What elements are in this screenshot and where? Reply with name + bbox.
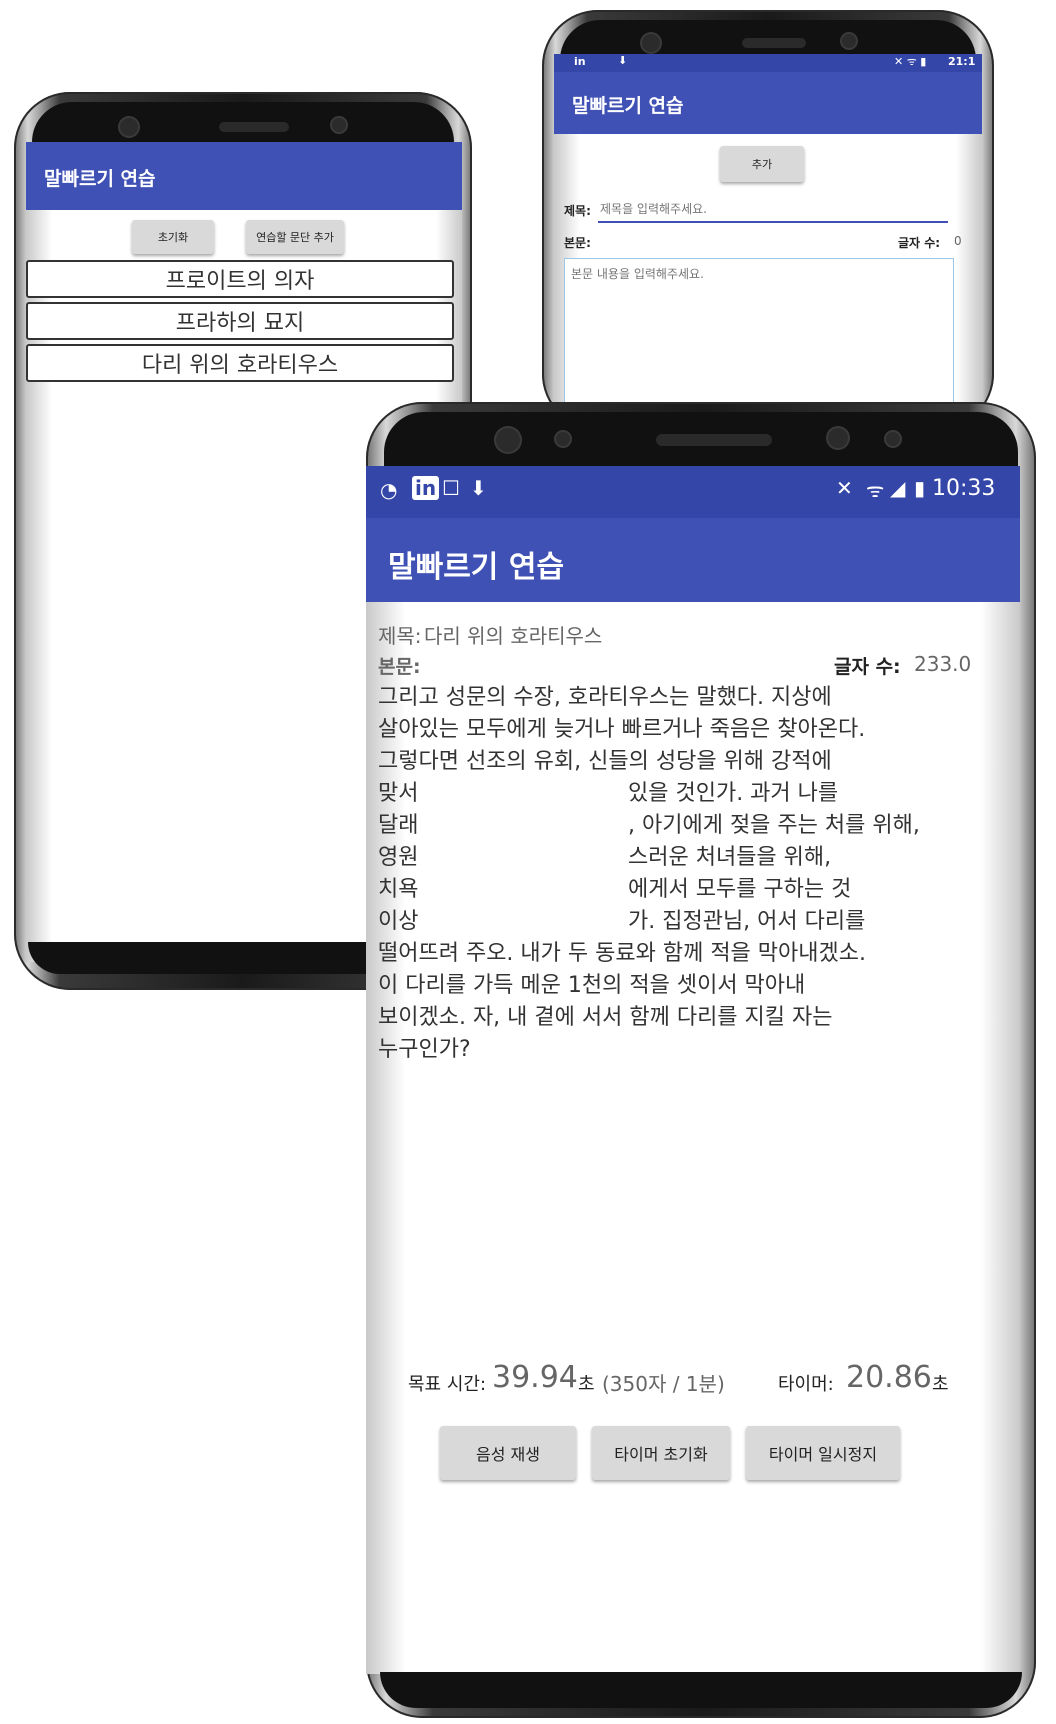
earpiece-speaker [656, 434, 772, 446]
add-screen: in ⬇ ✕ ᯤ ▮ 21:1 말빠르기 연습 추가 제목: 본문: 글자 수:… [554, 54, 982, 430]
body-line: 누구인가? [378, 1037, 471, 1062]
proximity-sensor-icon [332, 118, 346, 132]
char-count-label: 글자 수: [898, 236, 941, 250]
title-label: 제목: [378, 624, 422, 648]
front-camera-icon [642, 34, 660, 52]
phone-practice-screen: ◔ in ☐ ⬇ ✕ ᯤ ◢ ▮ 10:33 말빠르기 연습 제목: 다리 위의… [366, 402, 1036, 1718]
body-line: 그리고 성문의 수장, 호라티우스는 말했다. 지상에 [378, 685, 832, 710]
body-fragment: 스러운 처녀들을 위해, [628, 845, 832, 870]
earpiece-speaker [219, 122, 289, 132]
body-line: 보이겠소. 자, 내 곁에 서서 함께 다리를 지킬 자는 [378, 1005, 833, 1030]
wifi-icon: ᯤ [866, 478, 885, 502]
reset-timer-button[interactable]: 타이머 초기화 [592, 1426, 730, 1480]
title-value: 다리 위의 호라티우스 [424, 624, 603, 648]
status-bar: ◔ in ☐ ⬇ ✕ ᯤ ◢ ▮ 10:33 [366, 466, 1020, 518]
iris-sensor-icon [556, 432, 570, 446]
front-camera-secondary-icon [828, 428, 848, 448]
proximity-sensor-icon [842, 34, 856, 48]
body-line: 이 다리를 가득 메운 1천의 적을 셋이서 막아내 [378, 973, 806, 998]
timer-label: 타이머: [778, 1374, 834, 1395]
add-button[interactable]: 추가 [720, 146, 804, 182]
char-count-label: 글자 수: [834, 656, 901, 678]
linkedin-icon: in [412, 476, 440, 500]
status-time: 21:1 [948, 55, 976, 68]
app-title: 말빠르기 연습 [44, 168, 156, 190]
earpiece-speaker [742, 38, 806, 48]
app-title: 말빠르기 연습 [388, 550, 565, 585]
target-time-label: 목표 시간: [408, 1374, 487, 1395]
status-time: 10:33 [932, 476, 996, 501]
list-item[interactable]: 다리 위의 호라티우스 [26, 344, 454, 382]
timer-value: 20.86 [846, 1360, 932, 1395]
target-time-value: 39.94 [492, 1360, 578, 1395]
target-time-rate: (350자 / 1분) [602, 1372, 725, 1396]
char-count-value: 0 [954, 234, 962, 248]
phone-add-screen: in ⬇ ✕ ᯤ ▮ 21:1 말빠르기 연습 추가 제목: 본문: 글자 수:… [542, 10, 994, 430]
phone-bottom-bezel [380, 1672, 1022, 1708]
title-label: 제목: [564, 204, 591, 218]
front-camera-icon [120, 118, 138, 136]
app-title: 말빠르기 연습 [572, 95, 684, 117]
app-bar: 말빠르기 연습 [366, 518, 1020, 602]
body-line: 떨어뜨려 주오. 내가 두 동료와 함께 적을 막아내겠소. [378, 941, 866, 966]
front-camera-icon [496, 428, 520, 452]
body-fragment: 에게서 모두를 구하는 것 [628, 877, 852, 902]
body-text-fragments: 있을 것인가. 과거 나를 , 아기에게 젖을 주는 처를 위해, 스러운 처녀… [628, 778, 920, 938]
body-line: 살아있는 모두에게 늦거나 빠르거나 죽음은 찾아온다. [378, 717, 866, 742]
timer-unit: 초 [932, 1374, 949, 1395]
redaction-patch [424, 778, 624, 940]
download-icon: ⬇ [618, 54, 628, 67]
chat-icon: ☐ [442, 476, 460, 500]
mute-icon: ✕ [836, 476, 853, 500]
body-fragment: 있을 것인가. 과거 나를 [628, 781, 839, 806]
body-fragment: , 아기에게 젖을 주는 처를 위해, [628, 813, 920, 838]
list-item[interactable]: 프라하의 묘지 [26, 302, 454, 340]
sync-icon: ◔ [380, 478, 398, 502]
download-icon: ⬇ [470, 476, 487, 500]
char-count-value: 233.0 [914, 652, 972, 676]
linkedin-icon: in [574, 55, 586, 68]
app-bar: 말빠르기 연습 [26, 142, 462, 210]
body-label: 본문: [564, 236, 591, 250]
pause-timer-button[interactable]: 타이머 일시정지 [746, 1426, 900, 1480]
list-item[interactable]: 프로이트의 의자 [26, 260, 454, 298]
reset-button[interactable]: 초기화 [132, 220, 214, 254]
body-line: 그렇다면 선조의 유회, 신들의 성당을 위해 강적에 [378, 749, 832, 774]
body-label: 본문: [378, 656, 421, 678]
signal-battery-icons: ✕ ᯤ ▮ [894, 55, 927, 68]
app-bar: 말빠르기 연습 [554, 72, 982, 134]
body-fragment: 가. 집정관님, 어서 다리를 [628, 909, 866, 934]
proximity-sensor-icon [886, 432, 900, 446]
title-input[interactable] [598, 197, 948, 223]
add-paragraph-button[interactable]: 연습할 문단 추가 [246, 220, 344, 254]
status-bar: in ⬇ ✕ ᯤ ▮ 21:1 [554, 54, 982, 72]
battery-icon: ▮ [914, 476, 926, 500]
practice-screen: ◔ in ☐ ⬇ ✕ ᯤ ◢ ▮ 10:33 말빠르기 연습 제목: 다리 위의… [366, 466, 1020, 1674]
target-time-unit: 초 [578, 1374, 595, 1395]
signal-icon: ◢ [890, 476, 906, 500]
play-voice-button[interactable]: 음성 재생 [440, 1426, 576, 1480]
